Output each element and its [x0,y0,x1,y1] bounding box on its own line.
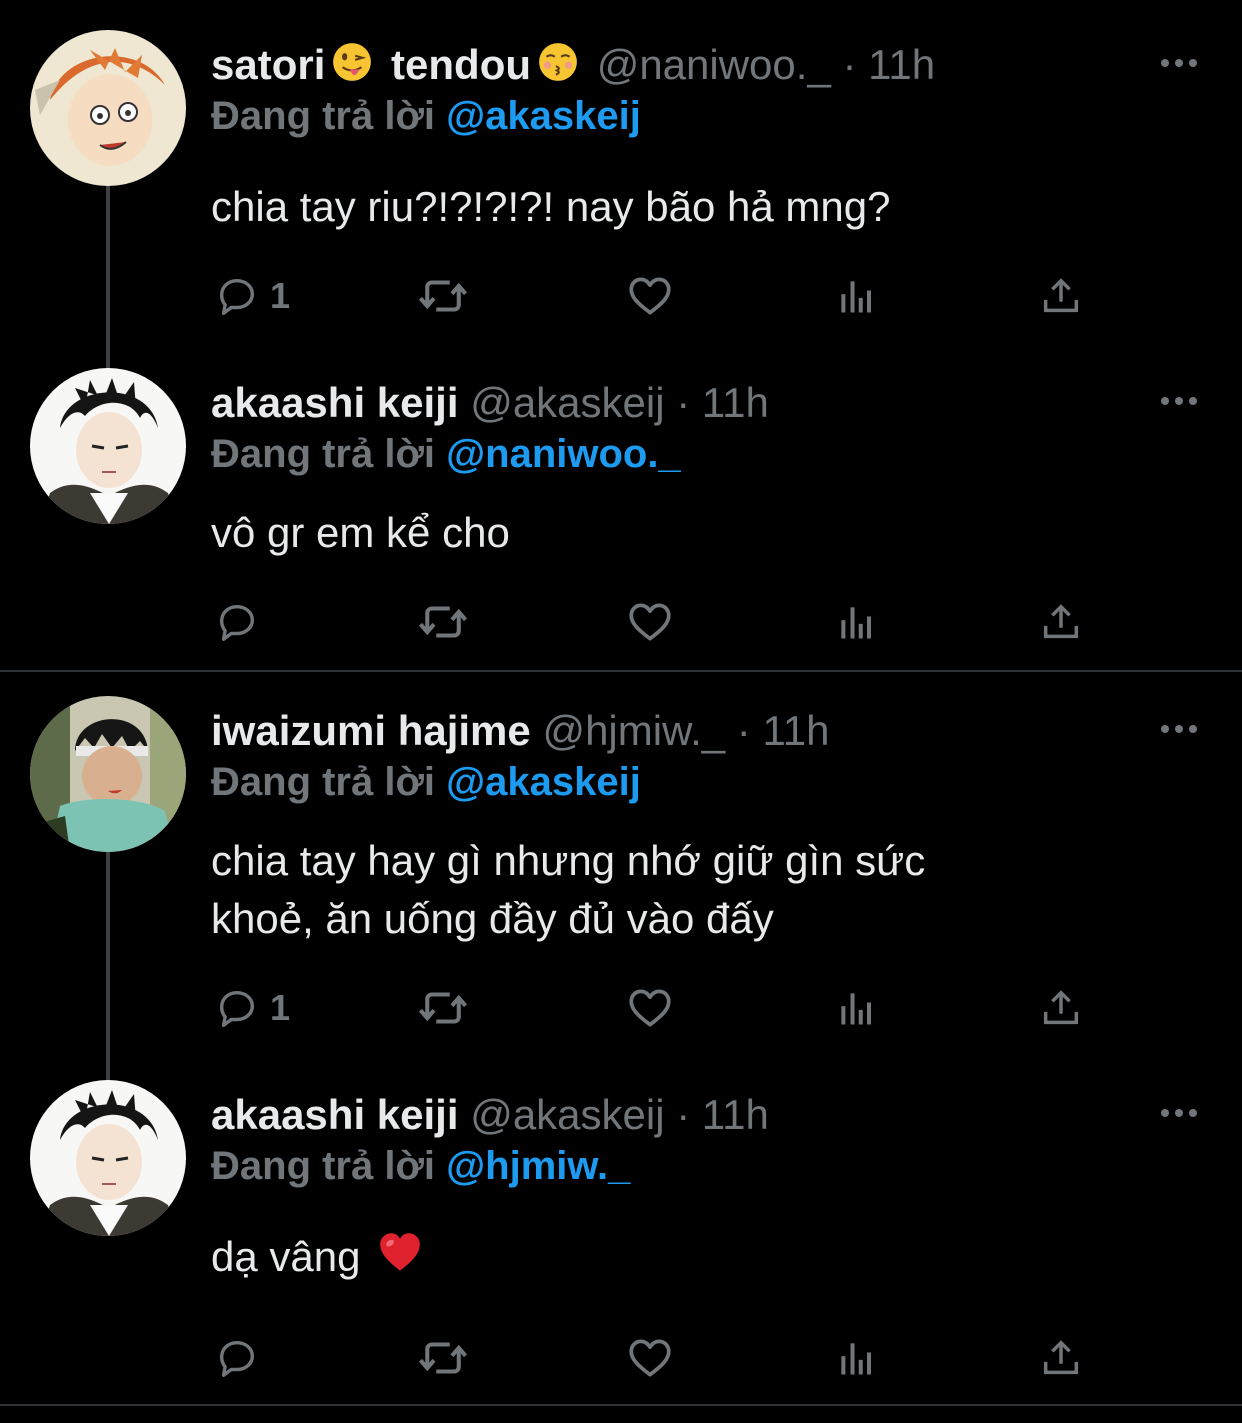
mention-link[interactable]: @akaskeij [446,94,641,138]
reply-icon [214,985,260,1031]
reply-button[interactable]: 1 [214,266,290,326]
like-icon [625,1333,675,1383]
user-handle[interactable]: @naniwoo._ [597,41,831,88]
views-icon [834,986,878,1030]
reply-button[interactable] [214,1328,260,1388]
replying-to: Đang trả lời @akaskeij [211,752,641,812]
user-handle[interactable]: @akaskeij [470,379,664,426]
share-button[interactable] [1038,266,1084,326]
display-name[interactable]: iwaizumi hajime [211,707,531,754]
retweet-icon [416,1331,470,1385]
display-name[interactable]: akaashi keiji [211,379,459,426]
share-button[interactable] [1038,1328,1084,1388]
separator: · [736,707,751,754]
timestamp[interactable]: 11h [868,41,935,88]
action-bar [0,592,1242,652]
views-button[interactable] [834,592,878,652]
views-icon [834,600,878,644]
tweet-text: vô gr em kể cho [211,509,510,556]
timestamp[interactable]: 11h [702,379,769,426]
thread-connector [106,852,110,1080]
mention-link[interactable]: @akaskeij [446,760,641,804]
avatar[interactable] [30,1080,186,1236]
tweet-text: chia tay hay gì nhưng nhớ giữ gìn sức kh… [211,832,1211,948]
like-button[interactable] [625,266,675,326]
retweet-icon [416,269,470,323]
retweet-button[interactable] [416,1328,470,1388]
more-icon[interactable] [1158,56,1200,70]
tweet[interactable]: akaashi keiji @akaskeij · 11h Đang trả l… [0,368,1242,668]
views-icon [834,1336,878,1380]
reply-icon [214,599,260,645]
mention-link[interactable]: @naniwoo._ [446,432,681,476]
like-button[interactable] [625,592,675,652]
replying-to-label: Đang trả lời [211,760,436,804]
reply-button[interactable]: 1 [214,978,290,1038]
separator: · [842,41,857,88]
replying-to-label: Đang trả lời [211,94,436,138]
retweet-button[interactable] [416,978,470,1038]
retweet-icon [416,595,470,649]
avatar[interactable] [30,368,186,524]
like-icon [625,983,675,1033]
views-icon [834,274,878,318]
reply-count: 1 [270,275,291,316]
share-icon [1038,273,1084,319]
tweet-text-line: khoẻ, ăn uống đầy đủ vào đấy [211,895,774,942]
share-button[interactable] [1038,978,1084,1038]
like-icon [625,271,675,321]
tweet-text: dạ vâng [211,1228,1211,1290]
views-button[interactable] [834,1328,878,1388]
reply-icon [214,273,260,319]
avatar[interactable] [30,30,186,186]
red-heart-icon [378,1231,422,1290]
tweet-text-content: dạ vâng [211,1233,361,1280]
action-bar: 1 [0,978,1242,1038]
tweet-text: chia tay riu?!?!?!?! nay bão hả mng? [211,183,891,230]
share-icon [1038,1335,1084,1381]
tweet[interactable]: akaashi keiji @akaskeij · 11h Đang trả l… [0,1080,1242,1400]
views-button[interactable] [834,978,878,1038]
separator: · [676,379,691,426]
divider [0,670,1242,672]
retweet-icon [416,981,470,1035]
more-icon[interactable] [1158,394,1200,408]
tweet-text-line: chia tay hay gì nhưng nhớ giữ gìn sức [211,837,926,884]
separator: · [676,1091,691,1138]
user-handle[interactable]: @akaskeij [470,1091,664,1138]
like-button[interactable] [625,978,675,1038]
action-bar [0,1328,1242,1388]
timestamp[interactable]: 11h [702,1091,769,1138]
action-bar: 1 [0,266,1242,326]
display-name[interactable]: akaashi keiji [211,1091,459,1138]
divider [0,1404,1242,1406]
tweet[interactable]: iwaizumi hajime @hjmiw._ · 11h Đang trả … [0,696,1242,1080]
avatar[interactable] [30,696,186,852]
more-icon[interactable] [1158,722,1200,736]
timestamp[interactable]: 11h [762,707,829,754]
reply-icon [214,1335,260,1381]
replying-to-label: Đang trả lời [211,432,436,476]
retweet-button[interactable] [416,592,470,652]
retweet-button[interactable] [416,266,470,326]
user-handle[interactable]: @hjmiw._ [542,707,725,754]
more-icon[interactable] [1158,1106,1200,1120]
display-name[interactable]: satori [211,41,325,88]
share-button[interactable] [1038,592,1084,652]
replying-to-label: Đang trả lời [211,1144,436,1188]
display-name-part-2[interactable]: tendou [391,41,531,88]
reply-button[interactable] [214,592,260,652]
mention-link[interactable]: @hjmiw._ [446,1144,630,1188]
replying-to: Đang trả lời @hjmiw._ [211,1136,630,1196]
replying-to: Đang trả lời @akaskeij [211,86,641,146]
replying-to: Đang trả lời @naniwoo._ [211,424,681,484]
share-icon [1038,599,1084,645]
like-button[interactable] [625,1328,675,1388]
share-icon [1038,985,1084,1031]
tweet[interactable]: satori tendou @naniwoo._ · 11h Đang trả … [0,30,1242,398]
reply-count: 1 [270,987,291,1028]
views-button[interactable] [834,266,878,326]
like-icon [625,597,675,647]
